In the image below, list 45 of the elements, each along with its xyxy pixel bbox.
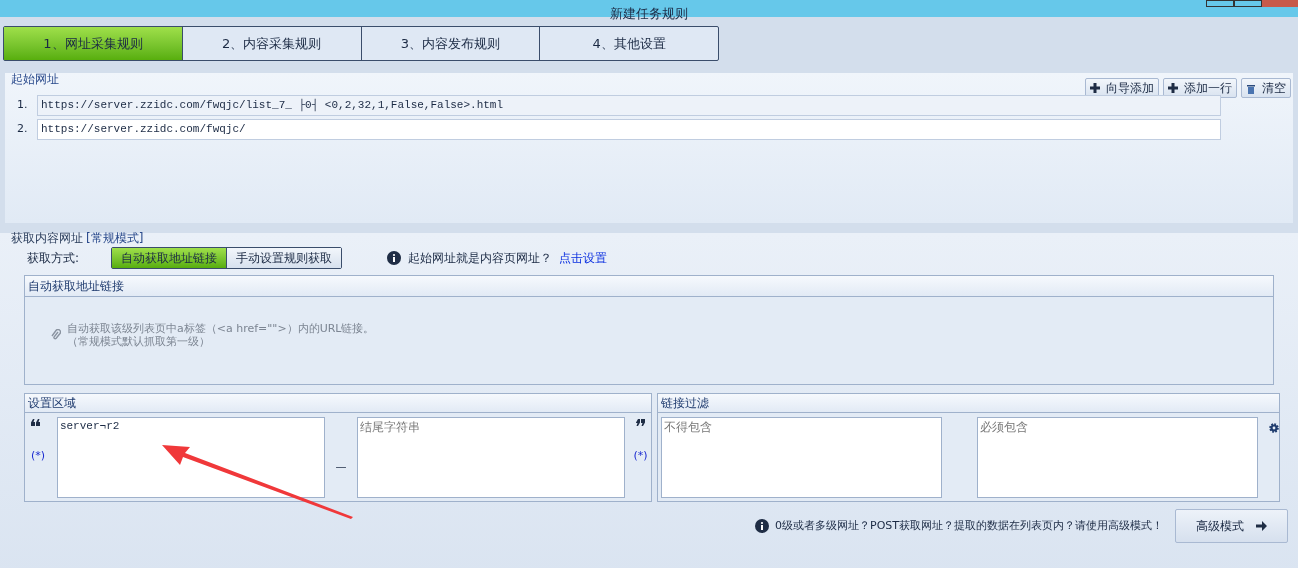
url-field[interactable]: https://server.zzidc.com/fwqjc/ [37,119,1221,140]
section-title: 获取内容网址 [11,230,83,247]
step-tab[interactable]: 4、其他设置 [540,27,718,60]
description-text: （常规模式默认抓取第一级） [67,335,211,348]
add-button[interactable]: 向导添加 [1085,78,1159,98]
hint-text: 0级或者多级网址？POST获取网址？提取的数据在列表页内？请使用高级模式！ [775,517,1163,534]
info-icon [755,519,769,533]
panel-header: 自动获取地址链接 [25,276,1273,297]
info-icon [387,250,401,265]
description-text: 自动获取该级列表页中a标签（<a href="">）内的URL链接。 [67,322,375,335]
end-string-field[interactable]: 结尾字符串 [356,417,626,498]
step-tab[interactable]: 3、内容发布规则 [361,27,541,60]
panel-header: 设置区域 [25,394,651,413]
settings-link[interactable]: 点击设置 [559,248,607,267]
row-number: 1. [17,97,27,114]
advanced-mode-button[interactable]: 高级模式 [1175,509,1288,543]
settings-icon[interactable] [1269,423,1279,433]
open-quote-icon [31,419,40,426]
separator-text: — [334,459,348,475]
maximize-button[interactable] [1234,0,1262,7]
url-field[interactable]: https://server.zzidc.com/fwqjc/list_7_ ├0┤ <0,2,32,1,False,False>.html [37,95,1221,116]
exclude-field[interactable]: 不得包含 [661,417,942,498]
step-tab[interactable]: 1、网址采集规则 [4,27,183,60]
step-tab[interactable]: 2、内容采集规则 [182,27,362,60]
method-label: 获取方式: [27,249,81,267]
add-button[interactable]: 添加一行 [1163,78,1237,98]
minimize-button[interactable] [1206,0,1234,7]
mode-label: [常规模式] [86,230,144,247]
start-string-field[interactable]: server¬r2 [56,417,326,498]
panel-header: 链接过滤 [658,394,1279,413]
row-number: 2. [17,121,27,138]
close-quote-icon [636,419,645,426]
trash-icon [1246,82,1256,94]
plus-icon [1168,83,1178,93]
plus-icon [1090,83,1100,93]
hint-text: 起始网址就是内容页网址？ [408,249,552,267]
arrow-right-icon [1256,521,1267,531]
paperclip-icon [51,329,61,341]
include-field[interactable]: 必须包含 [977,417,1258,498]
section-title: 起始网址 [11,71,59,88]
method-toggle[interactable]: 自动获取地址链接 [112,247,227,268]
method-toggle[interactable]: 手动设置规则获取 [227,247,341,268]
clear-button[interactable]: 清空 [1241,78,1291,98]
wildcard-label: (*) [633,448,648,464]
wildcard-label: (*) [31,448,47,464]
